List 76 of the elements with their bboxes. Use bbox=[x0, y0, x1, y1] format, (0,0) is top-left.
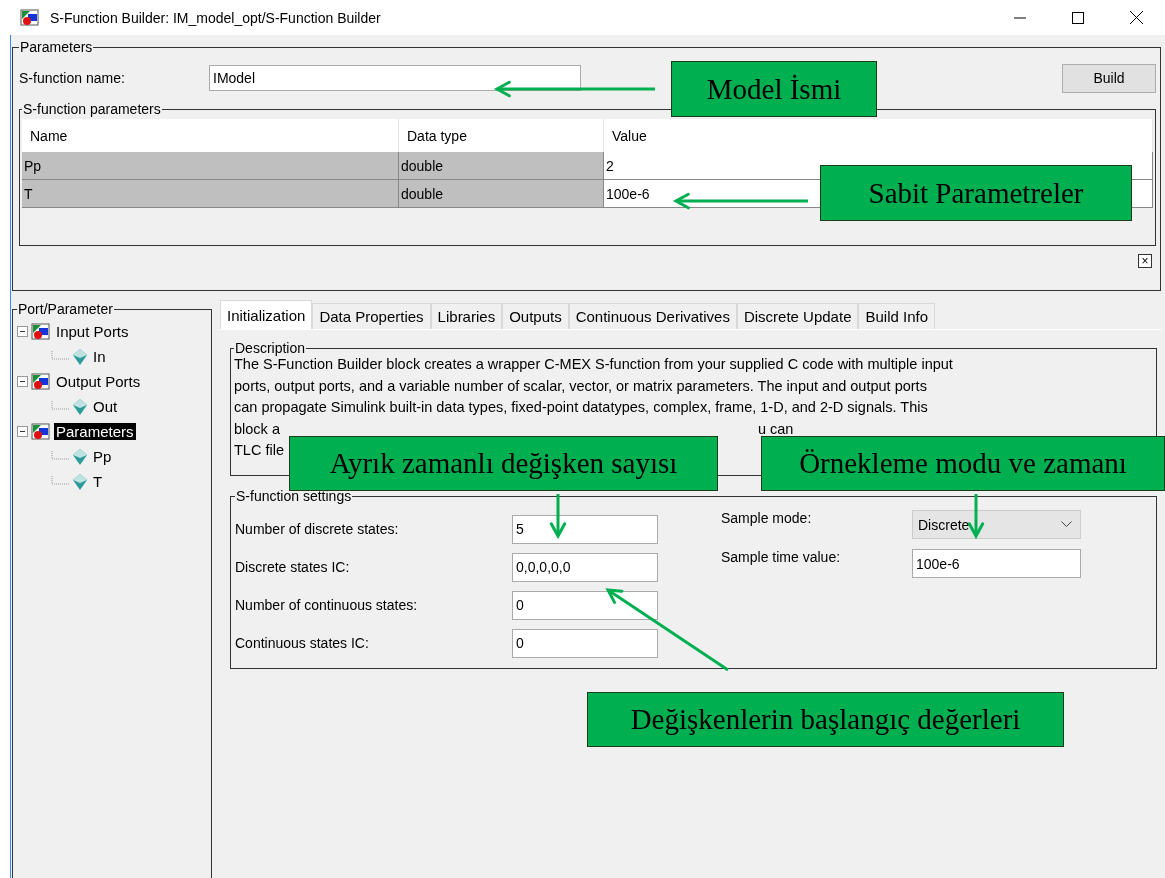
maximize-icon bbox=[1072, 11, 1084, 24]
annotation-callout: Sabit Parametreler bbox=[820, 165, 1132, 221]
table-cell[interactable]: 2 bbox=[606, 157, 614, 174]
field-label: Discrete states IC: bbox=[235, 559, 351, 575]
block-icon bbox=[31, 422, 51, 441]
collapse-toggle[interactable] bbox=[17, 326, 28, 337]
sample-mode-dropdown[interactable]: Discrete bbox=[912, 510, 1081, 539]
tree-item[interactable]: In bbox=[91, 348, 108, 365]
tab[interactable]: Libraries bbox=[430, 303, 503, 329]
block-icon bbox=[31, 322, 51, 341]
arrow bbox=[549, 494, 567, 540]
tree-line bbox=[51, 450, 69, 463]
tree-line bbox=[51, 400, 69, 413]
tree-line bbox=[51, 475, 69, 488]
field-label: Number of continuous states: bbox=[235, 597, 419, 613]
description-text: TLC file bbox=[234, 442, 284, 458]
close-icon bbox=[1129, 11, 1143, 24]
diamond-icon bbox=[72, 472, 88, 491]
field-label: S-function name: bbox=[19, 70, 126, 86]
tab[interactable]: Continuous Derivatives bbox=[568, 303, 737, 329]
group-title: Description bbox=[234, 340, 307, 356]
tree-item[interactable]: Input Ports bbox=[54, 323, 131, 340]
diamond-icon bbox=[72, 397, 88, 416]
group-title: S-function parameters bbox=[22, 101, 162, 117]
name-field[interactable]: IModel bbox=[209, 65, 581, 91]
tab[interactable]: Outputs bbox=[502, 303, 569, 329]
table-cell: double bbox=[399, 180, 604, 208]
tree-line bbox=[51, 350, 69, 363]
annotation-callout: Ayrık zamanlı değişken sayısı bbox=[289, 436, 718, 491]
description-text: block a bbox=[234, 420, 280, 437]
table-cell: T bbox=[22, 180, 399, 208]
tab[interactable]: Initialization bbox=[220, 300, 313, 329]
diamond-icon bbox=[72, 447, 88, 466]
annotation-callout: Örnekleme modu ve zamanı bbox=[761, 436, 1165, 491]
description-text: u can bbox=[757, 420, 794, 437]
collapse-toggle[interactable] bbox=[17, 426, 28, 437]
field-label: Sample time value: bbox=[721, 549, 842, 565]
tree-item[interactable]: Pp bbox=[91, 448, 114, 465]
caret-icon bbox=[1061, 521, 1072, 528]
column-header: Value bbox=[604, 119, 1153, 152]
tab[interactable]: Data Properties bbox=[312, 303, 431, 329]
tree-item[interactable]: Output Ports bbox=[54, 373, 143, 390]
annotation-callout: Değişkenlerin başlangıç değerleri bbox=[587, 692, 1064, 747]
input-field[interactable]: 0,0,0,0,0 bbox=[512, 552, 658, 582]
group-title: Port/Parameter bbox=[17, 301, 114, 317]
column-header: Data type bbox=[399, 119, 604, 152]
collapse-toggle[interactable] bbox=[17, 376, 28, 387]
description-text: The S-Function Builder block creates a wrapper C-MEX S-function from your supplied C code with multiple input bbox=[234, 356, 953, 372]
build-button[interactable]: Build bbox=[1062, 63, 1156, 93]
column-header: Name bbox=[22, 119, 399, 152]
group-title: Parameters bbox=[19, 39, 94, 55]
close-button[interactable]: × bbox=[1138, 254, 1152, 268]
field-label: Continuous states IC: bbox=[235, 635, 370, 651]
field-label: Number of discrete states: bbox=[235, 521, 400, 537]
tab[interactable]: Discrete Update bbox=[736, 303, 859, 329]
tree-item[interactable]: Parameters bbox=[54, 423, 136, 440]
block-icon bbox=[31, 372, 51, 391]
description-text: ports, output ports, and a variable number of scalar, vector, or matrix parameters. The input and output ports bbox=[234, 377, 927, 394]
tab[interactable]: Build Info bbox=[858, 303, 936, 329]
table-cell: double bbox=[399, 152, 604, 180]
table-cell: Pp bbox=[22, 152, 399, 180]
input-field[interactable]: 0 bbox=[512, 628, 658, 658]
input-field[interactable]: 0 bbox=[512, 590, 658, 620]
group-title: S-function settings bbox=[235, 488, 353, 504]
description-text: can propagate Simulink built-in data types, fixed-point datatypes, complex, frame, 1-D, and 2-D signals. This bbox=[234, 399, 928, 415]
block-icon bbox=[20, 8, 40, 27]
arrow bbox=[967, 494, 985, 540]
diamond-icon bbox=[72, 347, 88, 366]
tree-item[interactable]: T bbox=[91, 473, 105, 490]
input-field[interactable]: 5 bbox=[512, 514, 658, 544]
window-title: S-Function Builder: IM_model_opt/S-Function Builder bbox=[50, 9, 381, 26]
input-field[interactable]: 100e-6 bbox=[912, 549, 1081, 578]
table-cell[interactable]: 100e-6 bbox=[606, 185, 650, 202]
tree-item[interactable]: Out bbox=[91, 398, 120, 415]
annotation-callout: Model İsmi bbox=[671, 61, 877, 117]
field-label: Sample mode: bbox=[721, 510, 813, 526]
